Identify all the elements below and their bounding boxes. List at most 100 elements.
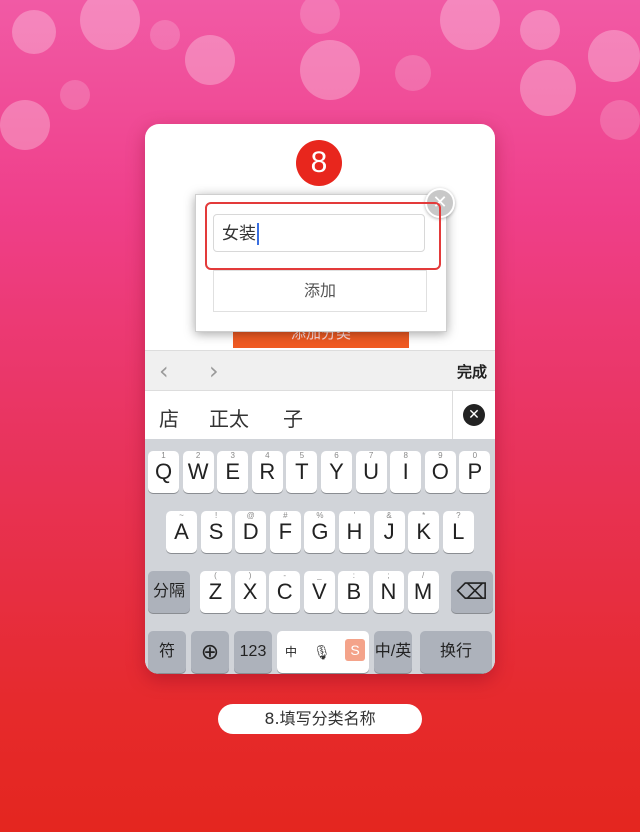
- key-hint: %: [316, 511, 324, 520]
- key-label: T: [295, 459, 309, 484]
- language-switch-key[interactable]: 中/英: [374, 631, 412, 673]
- key-hint: #: [283, 511, 288, 520]
- key-label: G: [311, 519, 329, 544]
- key-h[interactable]: ' H: [339, 511, 370, 553]
- key-label: I: [402, 459, 409, 484]
- key-hint: !: [214, 511, 218, 520]
- key-a[interactable]: ~ A: [166, 511, 197, 553]
- key-hint: 1: [161, 451, 166, 460]
- keyboard: 1 Q 2 W 3 E 4 R 5 T 6 Y 7 U 8 I 9 O 0 P ~ A! S @ D # F% G ' H & J * K? L 分隔…: [145, 439, 495, 674]
- key-label: H: [346, 519, 363, 544]
- key-v[interactable]: _ V: [303, 571, 335, 613]
- key-label: ⌫: [456, 579, 488, 604]
- key-e[interactable]: 3E: [217, 451, 249, 493]
- text-caret: [257, 223, 259, 245]
- key-hint: ?: [456, 511, 461, 520]
- key-label: N: [380, 579, 397, 604]
- done-button[interactable]: 完成: [457, 361, 487, 382]
- key-i[interactable]: 8I: [390, 451, 422, 493]
- key-hint: &: [386, 511, 392, 520]
- microphone-icon: 🎙: [313, 644, 331, 660]
- key-label: R: [259, 459, 276, 484]
- candidate-item[interactable]: 店: [159, 403, 179, 432]
- chevron-right-icon[interactable]: ›: [209, 357, 219, 385]
- close-icon: ✕: [463, 404, 485, 426]
- key-hint: @: [246, 511, 255, 520]
- key-d[interactable]: @ D: [235, 511, 267, 553]
- separator-key[interactable]: 分隔: [148, 571, 190, 613]
- key-hint: 9: [438, 451, 443, 460]
- key-u[interactable]: 7U: [355, 451, 387, 493]
- globe-icon[interactable]: ⊕: [191, 631, 229, 673]
- key-hint: *: [422, 511, 426, 520]
- key-q[interactable]: 1Q: [148, 451, 179, 493]
- key-s[interactable]: ! S: [200, 511, 232, 553]
- add-button[interactable]: 添加: [213, 270, 427, 312]
- key-hint: 3: [230, 451, 235, 460]
- key-hint: 8: [403, 451, 408, 460]
- key-label: 123: [239, 643, 267, 660]
- sogou-logo-icon: S: [345, 639, 365, 661]
- key-g[interactable]: % G: [304, 511, 336, 553]
- key-k[interactable]: * K: [408, 511, 440, 553]
- key-label: 中: [285, 645, 298, 659]
- keyboard-toolbar: ‹ › 完成: [145, 350, 495, 391]
- candidate-item[interactable]: 正太: [209, 403, 249, 432]
- key-hint: ~: [179, 511, 184, 520]
- key-hint: 2: [195, 451, 201, 460]
- space-key[interactable]: 中 🎙 S: [277, 631, 369, 673]
- key-label: K: [416, 519, 432, 544]
- key-label: 分隔: [152, 583, 185, 600]
- key-z[interactable]: (Z: [200, 571, 231, 613]
- key-hint: ): [248, 571, 252, 580]
- key-hint: /: [421, 571, 425, 580]
- numbers-key[interactable]: 123: [234, 631, 272, 673]
- key-r[interactable]: 4R: [251, 451, 283, 493]
- key-f[interactable]: # F: [269, 511, 301, 553]
- key-label: Q: [154, 459, 173, 484]
- key-hint: :: [352, 571, 355, 580]
- key-label: J: [383, 519, 395, 544]
- key-label: O: [431, 459, 449, 484]
- chevron-left-icon[interactable]: ‹: [159, 357, 169, 385]
- key-hint: 5: [299, 451, 305, 460]
- category-name-input[interactable]: 女装: [213, 214, 425, 252]
- key-hint: ;: [387, 571, 390, 580]
- candidate-item[interactable]: 子: [283, 403, 303, 432]
- key-o[interactable]: 9O: [424, 451, 456, 493]
- key-p[interactable]: 0P: [459, 451, 491, 493]
- key-label: 换行: [439, 643, 472, 660]
- key-label: 符: [158, 643, 175, 660]
- key-label: E: [225, 459, 241, 484]
- clear-candidates-button[interactable]: ✕: [452, 391, 495, 439]
- key-label: B: [346, 579, 362, 604]
- key-m[interactable]: / M: [407, 571, 439, 613]
- key-hint: _: [317, 571, 322, 580]
- key-w[interactable]: 2W: [182, 451, 214, 493]
- symbols-key[interactable]: 符: [148, 631, 186, 673]
- key-l[interactable]: ? L: [442, 511, 474, 553]
- key-b[interactable]: :B: [338, 571, 370, 613]
- key-t[interactable]: 5T: [286, 451, 318, 493]
- key-j[interactable]: & J: [373, 511, 405, 553]
- key-label: W: [187, 459, 209, 484]
- input-value: 女装: [222, 224, 256, 244]
- key-hint: -: [283, 571, 287, 580]
- key-c[interactable]: -C: [269, 571, 301, 613]
- key-label: Z: [208, 579, 223, 604]
- candidate-bar: 店 正太 子 ✕: [145, 390, 495, 440]
- key-label: Y: [329, 459, 344, 484]
- key-label: A: [174, 519, 189, 544]
- key-hint: 6: [334, 451, 339, 460]
- key-label: V: [311, 579, 327, 604]
- key-x[interactable]: ) X: [234, 571, 266, 613]
- key-y[interactable]: 6Y: [321, 451, 352, 493]
- key-label: M: [413, 579, 433, 604]
- key-hint: 4: [265, 451, 270, 460]
- key-n[interactable]: ; N: [373, 571, 404, 613]
- key-hint: (: [214, 571, 217, 580]
- return-key[interactable]: 换行: [420, 631, 492, 673]
- phone-screen: 添加分类 8 ✕ 女装 添加 ‹ › 完成 店 正太 子 ✕ 1Q2W3E4R5…: [145, 124, 495, 674]
- backspace-key[interactable]: ⌫: [451, 571, 493, 613]
- key-hint: 0: [472, 451, 478, 460]
